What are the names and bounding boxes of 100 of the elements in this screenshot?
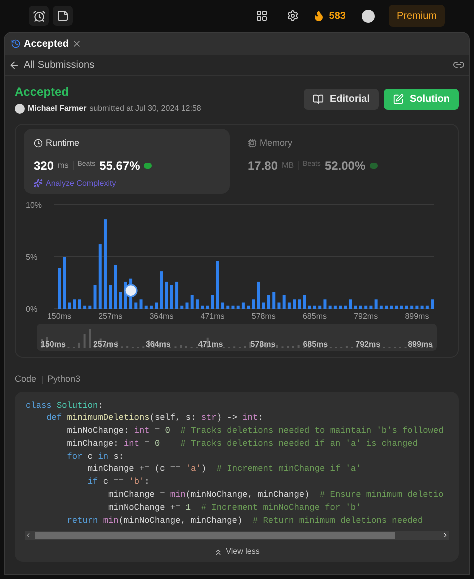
axis-label: 257ms <box>93 341 118 349</box>
axis-label: 257ms <box>98 312 123 321</box>
bar <box>216 261 220 309</box>
bar <box>170 285 174 309</box>
premium-button[interactable]: Premium <box>388 5 445 27</box>
bar <box>180 306 184 309</box>
scroll-right-icon[interactable] <box>442 532 449 540</box>
book-icon <box>312 94 324 104</box>
range-brush[interactable]: 150ms 257ms 364ms 471ms 578ms 685ms 792ms 899ms <box>37 324 437 351</box>
bar <box>196 300 199 309</box>
axis-label: 578ms <box>252 312 276 321</box>
avatar-marker-icon <box>124 284 138 298</box>
bar <box>395 306 398 309</box>
metric-title: Memory <box>260 137 293 150</box>
bar <box>380 306 383 309</box>
metric-title: Runtime <box>46 137 80 150</box>
bar <box>416 306 419 309</box>
status-text: Accepted <box>15 84 70 101</box>
code-line: for c in s: <box>66 450 124 464</box>
axis-label: 792ms <box>356 341 381 349</box>
bar <box>288 302 291 309</box>
bar <box>206 306 210 309</box>
back-arrow-icon[interactable] <box>9 60 20 70</box>
view-less-button[interactable]: View less <box>214 546 260 558</box>
code-label: Code <box>15 373 37 386</box>
bar <box>222 302 225 309</box>
tab[interactable]: Accepted <box>24 36 70 52</box>
bar <box>252 300 256 309</box>
back-link[interactable]: All Submissions <box>24 58 95 72</box>
bar <box>278 302 281 309</box>
bar <box>109 285 112 309</box>
bar <box>160 272 164 309</box>
bar <box>68 302 72 309</box>
bar <box>268 295 270 309</box>
settings-icon[interactable] <box>287 10 300 22</box>
axis-label: 792ms <box>354 312 378 321</box>
axis-label: 685ms <box>303 341 328 349</box>
scroll-thumb[interactable] <box>35 532 395 540</box>
bar <box>73 300 76 309</box>
avatar-icon[interactable] <box>362 10 375 22</box>
bar <box>201 306 204 309</box>
bar <box>114 265 118 309</box>
grid-icon[interactable] <box>256 10 268 22</box>
badge-icon <box>370 162 378 168</box>
flame-icon <box>313 10 326 22</box>
editorial-button[interactable]: Editorial <box>304 88 379 110</box>
bar <box>328 306 332 309</box>
bar <box>150 306 153 309</box>
bar <box>339 306 342 309</box>
language-label: Python3 <box>48 373 81 386</box>
axis-label: 899ms <box>405 312 430 321</box>
axis-label: 578ms <box>250 341 276 349</box>
code-line: minChange: int = 0 # Tracks deletions needed if an 'a' is changed <box>66 438 418 451</box>
code-line: minNoChange += 1 # Increment minNoChange for 'b' <box>108 502 362 515</box>
close-icon[interactable] <box>72 39 82 49</box>
edit-icon <box>393 94 404 104</box>
bar <box>354 306 358 309</box>
bar <box>186 302 189 309</box>
bar <box>63 257 66 309</box>
bar <box>165 282 168 309</box>
code-line: minNoChange: int = 0 # Tracks deletions needed to maintain 'b's followed <box>66 425 444 438</box>
metric-unit: MB <box>282 160 294 172</box>
bar <box>144 306 148 309</box>
bar <box>94 285 97 309</box>
bar <box>84 306 87 309</box>
history-icon <box>11 39 21 49</box>
bar <box>232 306 235 309</box>
axis-label: 150ms <box>41 341 66 349</box>
bar <box>308 306 312 309</box>
bar <box>431 300 434 309</box>
metric-unit: ms <box>58 160 69 172</box>
bar <box>226 306 230 309</box>
bar <box>272 292 276 309</box>
streak-count: 583 <box>329 10 346 24</box>
timer-button[interactable] <box>29 6 49 26</box>
bar <box>385 306 388 309</box>
link-icon[interactable] <box>453 59 465 71</box>
badge-icon <box>144 162 152 168</box>
bar <box>88 306 92 309</box>
bar <box>257 282 260 309</box>
axis-label: 685ms <box>303 312 327 321</box>
axis-label: 364ms <box>150 312 174 321</box>
sparkle-icon <box>34 179 43 188</box>
bar <box>370 306 373 309</box>
chip-icon <box>248 139 257 148</box>
bar <box>247 306 250 309</box>
bar <box>98 244 102 309</box>
bar <box>410 306 414 309</box>
note-icon <box>57 10 69 22</box>
author-name[interactable]: Michael Farmer <box>28 103 87 115</box>
axis-label: 10% <box>26 201 42 210</box>
beats-value: 52.00% <box>324 158 366 174</box>
scroll-left-icon[interactable] <box>25 532 32 540</box>
code-line: class Solution: <box>26 400 104 412</box>
bar <box>190 295 194 309</box>
scrollbar[interactable] <box>25 531 449 540</box>
axis-label: 471ms <box>200 312 225 321</box>
bar <box>405 306 408 309</box>
bar <box>119 292 122 309</box>
notes-button[interactable] <box>53 6 73 26</box>
